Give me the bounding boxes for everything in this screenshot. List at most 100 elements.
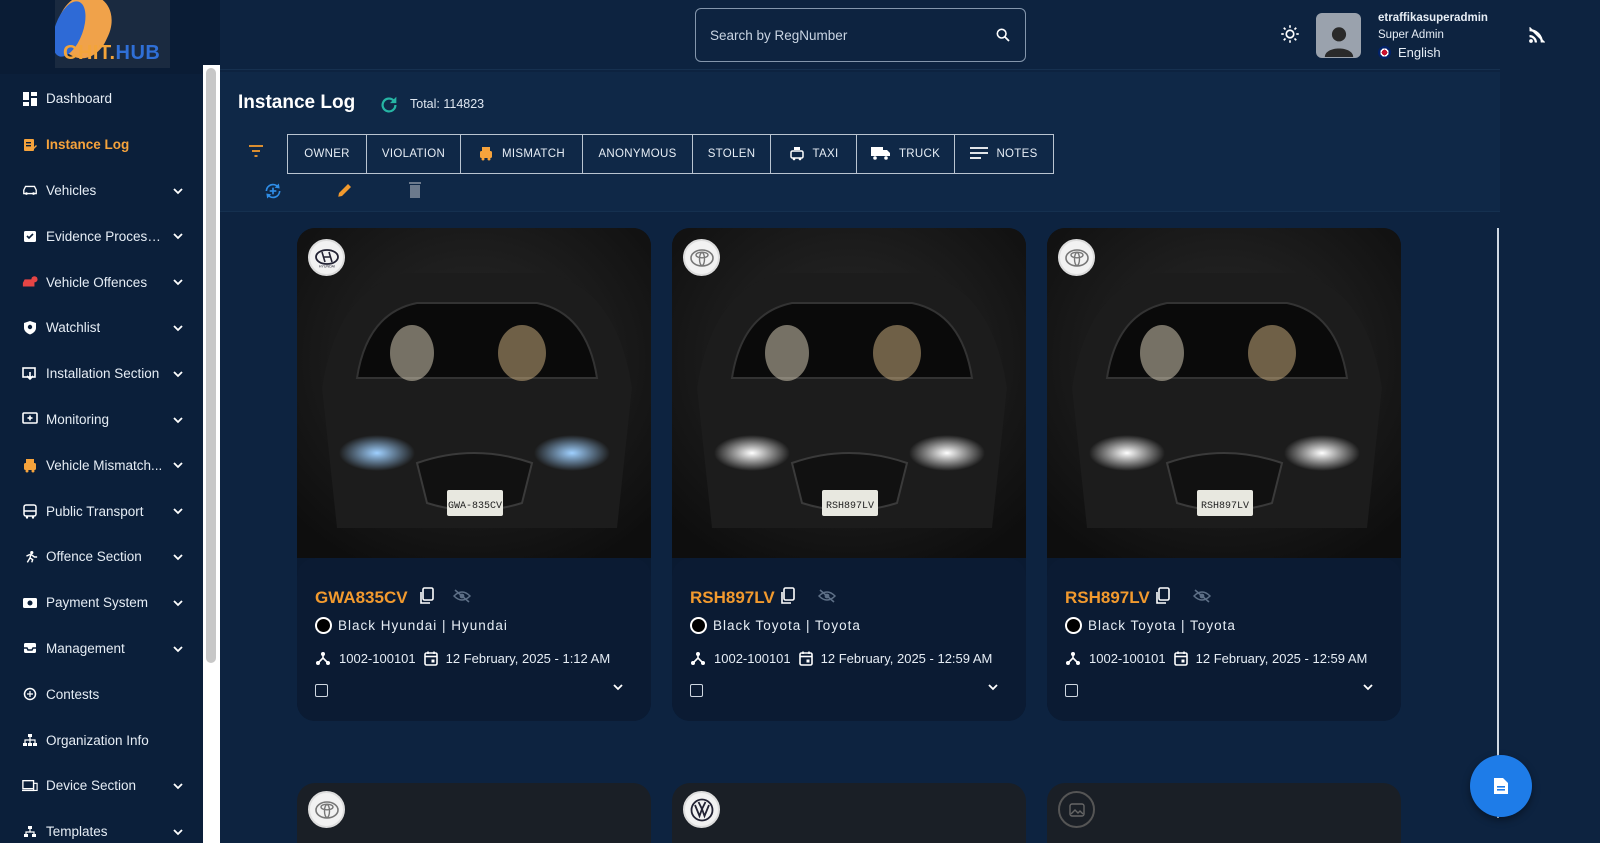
delete-icon[interactable] <box>408 181 422 199</box>
tab-taxi[interactable]: TAXI <box>771 135 857 173</box>
capture-datetime: 12 February, 2025 - 12:59 AM <box>1195 650 1368 666</box>
tab-violation[interactable]: VIOLATION <box>367 135 461 173</box>
chevron-down-icon[interactable] <box>173 457 183 472</box>
chevron-down-icon[interactable] <box>1363 684 1373 691</box>
copy-icon[interactable] <box>419 587 435 605</box>
offence-car-icon <box>22 274 38 290</box>
plate-number[interactable]: GWA835CV <box>315 588 408 608</box>
chevron-down-icon[interactable] <box>173 183 183 198</box>
sidebar-item-vehicle-offences[interactable]: Vehicle Offences <box>0 259 205 305</box>
vehicle-photo[interactable]: RSH897LV <box>672 228 1026 558</box>
avatar[interactable] <box>1316 13 1361 58</box>
sidebar-item-instance-log[interactable]: Instance Log <box>0 122 205 168</box>
chevron-down-icon[interactable] <box>173 274 183 289</box>
sidebar-item-vehicles[interactable]: Vehicles <box>0 168 205 214</box>
vehicle-photo[interactable]: GWA-835CV <box>297 228 651 558</box>
total-count: Total: 114823 <box>410 97 485 111</box>
tab-mismatch[interactable]: MISMATCH <box>461 135 583 173</box>
tab-truck[interactable]: TRUCK <box>857 135 955 173</box>
select-checkbox[interactable] <box>690 684 703 697</box>
camera-node-icon <box>316 652 330 665</box>
sidebar-item-organization-info[interactable]: Organization Info <box>0 717 205 763</box>
sidebar-item-monitoring[interactable]: Monitoring <box>0 397 205 443</box>
filter-icon[interactable] <box>248 144 264 158</box>
chevron-down-icon[interactable] <box>173 503 183 518</box>
search-input[interactable]: Search by RegNumber <box>695 8 1026 62</box>
camera-node-icon <box>691 652 705 665</box>
payment-icon <box>22 595 38 611</box>
sidebar-item-evidence-processi[interactable]: Evidence Processi... <box>0 213 205 259</box>
copy-icon[interactable] <box>780 587 796 605</box>
sidebar-item-payment-system[interactable]: Payment System <box>0 580 205 626</box>
car-icon <box>22 182 38 198</box>
instance-card[interactable]: RSH897LV RSH897LV Black Toyota | Toyota 100… <box>672 228 1026 721</box>
vehicle-photo[interactable]: RSH897LV <box>1047 228 1401 558</box>
sidebar-item-templates[interactable]: Templates <box>0 809 205 843</box>
top-bar: Search by RegNumber etraffikasuperadmin … <box>220 0 1500 70</box>
calendar-icon <box>1173 651 1188 666</box>
sidebar-item-label: Installation Section <box>46 366 160 382</box>
svg-text:RSH897LV: RSH897LV <box>1201 501 1249 512</box>
sidebar-item-label: Organization Info <box>46 732 149 748</box>
language-label: English <box>1398 45 1441 60</box>
sidebar-item-installation-section[interactable]: Installation Section <box>0 351 205 397</box>
chevron-down-icon[interactable] <box>613 684 623 691</box>
chevron-down-icon[interactable] <box>173 228 183 243</box>
sidebar-item-watchlist[interactable]: Watchlist <box>0 305 205 351</box>
reprocess-icon[interactable] <box>263 181 283 201</box>
svg-text:HYUNDAI: HYUNDAI <box>318 264 334 268</box>
sidebar-item-contests[interactable]: Contests <box>0 671 205 717</box>
sidebar-item-label: Public Transport <box>46 503 144 519</box>
theme-toggle-sun-icon[interactable] <box>1280 24 1300 44</box>
chevron-down-icon[interactable] <box>173 320 183 335</box>
select-checkbox[interactable] <box>315 684 328 697</box>
tab-anonymous[interactable]: ANONYMOUS <box>583 135 693 173</box>
refresh-icon[interactable] <box>378 94 400 116</box>
chevron-down-icon[interactable] <box>173 595 183 610</box>
plate-number[interactable]: RSH897LV <box>1065 588 1150 608</box>
brand-logo[interactable]: CHIT.HUB <box>55 0 170 68</box>
notes-icon <box>970 146 989 162</box>
sidebar-item-label: Watchlist <box>46 320 101 336</box>
instance-card[interactable]: GWA-835CV HYUNDAI GWA835CV Black Hyundai | … <box>297 228 651 721</box>
report-fab-button[interactable] <box>1470 755 1532 817</box>
select-checkbox[interactable] <box>1065 684 1078 697</box>
chevron-down-icon[interactable] <box>173 824 183 839</box>
chevron-down-icon[interactable] <box>173 641 183 656</box>
language-selector[interactable]: English <box>1378 44 1488 61</box>
user-info[interactable]: etraffikasuperadmin Super Admin English <box>1378 10 1488 61</box>
copy-icon[interactable] <box>1155 587 1171 605</box>
tab-notes[interactable]: NOTES <box>955 135 1053 173</box>
chevron-down-icon[interactable] <box>173 366 183 381</box>
tab-stolen[interactable]: STOLEN <box>693 135 771 173</box>
instance-card[interactable]: RSH897LV RSH897LV Black Toyota | Toyota 100… <box>1047 228 1401 721</box>
eye-off-icon[interactable] <box>1193 589 1211 603</box>
card-partial[interactable] <box>297 783 651 843</box>
eye-off-icon[interactable] <box>453 589 471 603</box>
sidebar-item-management[interactable]: Management <box>0 626 205 672</box>
search-icon[interactable] <box>995 27 1011 43</box>
bus-icon <box>22 503 38 519</box>
document-icon <box>1494 778 1508 794</box>
sidebar-item-device-section[interactable]: Device Section <box>0 763 205 809</box>
vehicle-label: Black Toyota | Toyota <box>713 618 861 633</box>
sidebar-item-offence-section[interactable]: Offence Section <box>0 534 205 580</box>
signal-icon[interactable] <box>1528 26 1546 44</box>
chevron-down-icon[interactable] <box>173 778 183 793</box>
tab-label: STOLEN <box>707 148 756 160</box>
sidebar-item-vehicle-mismatch[interactable]: Vehicle Mismatch... <box>0 442 205 488</box>
chevron-down-icon[interactable] <box>173 549 183 564</box>
sidebar-item-dashboard[interactable]: Dashboard <box>0 76 205 122</box>
card-partial[interactable] <box>672 783 1026 843</box>
edit-icon[interactable] <box>336 181 354 199</box>
eye-off-icon[interactable] <box>818 589 836 603</box>
card-partial[interactable] <box>1047 783 1401 843</box>
plate-number[interactable]: RSH897LV <box>690 588 775 608</box>
sidebar-item-public-transport[interactable]: Public Transport <box>0 488 205 534</box>
chevron-down-icon[interactable] <box>173 412 183 427</box>
chevron-down-icon[interactable] <box>988 684 998 691</box>
sidebar-scrollbar-thumb[interactable] <box>206 68 216 663</box>
sidebar-item-label: Offence Section <box>46 549 142 565</box>
evidence-icon <box>22 228 38 244</box>
tab-owner[interactable]: OWNER <box>288 135 367 173</box>
